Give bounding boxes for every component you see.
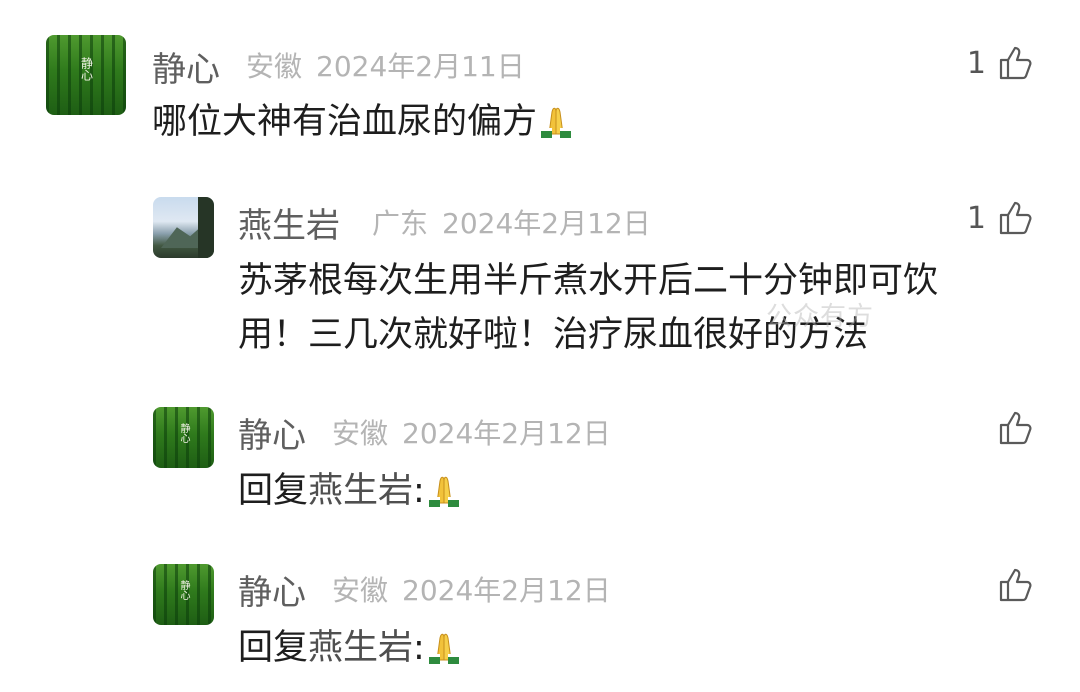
- folded-hands-icon: [425, 473, 463, 507]
- comment-body: 哪位大神有治血尿的偏方: [152, 102, 538, 142]
- thumbs-up-icon: [998, 45, 1034, 81]
- user-name[interactable]: 静心: [152, 42, 220, 91]
- like-button[interactable]: 1: [967, 198, 1034, 238]
- location: 安徽: [332, 417, 389, 450]
- location: 广东: [372, 207, 429, 240]
- user-name[interactable]: 静心: [238, 565, 306, 614]
- like-button[interactable]: [998, 408, 1034, 448]
- date: 2024年2月12日: [402, 417, 611, 450]
- date: 2024年2月12日: [402, 574, 611, 607]
- comment-meta: 安徽 2024年2月12日: [332, 412, 611, 452]
- thumbs-up-icon: [998, 410, 1034, 446]
- location: 安徽: [332, 574, 389, 607]
- reply-target-user[interactable]: 燕生岩: [308, 471, 413, 511]
- avatar[interactable]: 静心: [46, 35, 126, 115]
- location: 安徽: [246, 50, 303, 83]
- avatar[interactable]: [153, 197, 214, 258]
- comment-meta: 安徽 2024年2月11日: [246, 45, 525, 85]
- avatar[interactable]: 静心: [153, 407, 214, 468]
- user-name[interactable]: 燕生岩: [238, 198, 340, 247]
- watermark: 公众有方: [766, 302, 875, 332]
- reply-colon: :: [413, 471, 425, 511]
- reply-label: 回复: [238, 628, 309, 668]
- thumbs-up-icon: [998, 200, 1034, 236]
- thumbs-up-icon: [998, 567, 1034, 603]
- reply-target-user[interactable]: 燕生岩: [308, 628, 413, 668]
- comment-meta: 安徽 2024年2月12日: [332, 569, 611, 609]
- reply-colon: :: [413, 628, 425, 668]
- like-count: 1: [966, 200, 986, 236]
- comment-meta: 广东 2024年2月12日: [372, 202, 651, 242]
- avatar-glyph: 静心: [178, 579, 189, 600]
- reply-label: 回复: [238, 471, 309, 511]
- comment-text: 回复燕生岩:: [238, 464, 463, 518]
- comment-text: 哪位大神有治血尿的偏方: [152, 95, 575, 149]
- like-button[interactable]: [998, 565, 1034, 605]
- avatar-tree-shape: [198, 197, 214, 258]
- date: 2024年2月11日: [316, 50, 525, 83]
- date: 2024年2月12日: [442, 207, 651, 240]
- folded-hands-icon: [425, 630, 463, 664]
- avatar-glyph: 静心: [178, 422, 189, 443]
- like-button[interactable]: 1: [967, 43, 1034, 83]
- folded-hands-icon: [537, 104, 575, 138]
- avatar-glyph: 静心: [79, 56, 94, 81]
- user-name[interactable]: 静心: [238, 408, 306, 457]
- avatar[interactable]: 静心: [153, 564, 214, 625]
- comment-text: 回复燕生岩:: [238, 621, 463, 675]
- like-count: 1: [966, 45, 986, 81]
